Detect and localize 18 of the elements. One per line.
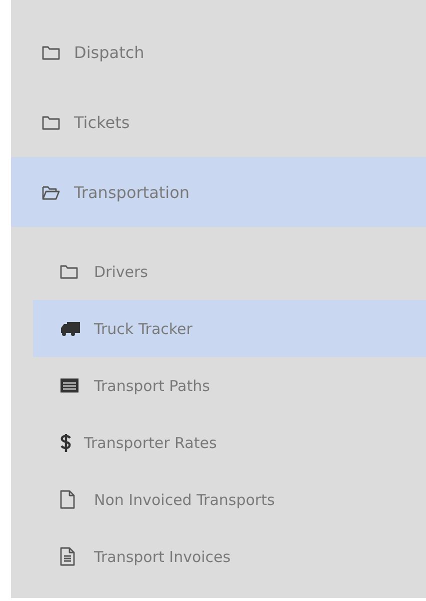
nav-item[interactable]: Dispatch <box>11 17 426 87</box>
file-icon <box>60 490 75 509</box>
list-icon <box>60 378 79 393</box>
document-icon <box>60 547 75 566</box>
folder-icon <box>42 114 60 130</box>
nav-subitem[interactable]: Transport Invoices <box>33 528 426 585</box>
folder-icon <box>42 44 60 60</box>
nav-subitem[interactable]: Transport Paths <box>33 357 426 414</box>
nav-item[interactable]: Tickets <box>11 87 426 157</box>
nav-subitem[interactable]: Transporter Rates <box>33 414 426 471</box>
open-folder-icon <box>42 184 60 200</box>
nav-subitem[interactable]: Truck Tracker <box>33 300 426 357</box>
nav-subitem[interactable]: Non Invoiced Transports <box>33 471 426 528</box>
dollar-icon <box>60 432 72 452</box>
nav-subitem[interactable]: Drivers <box>33 243 426 300</box>
truck-icon <box>60 322 80 336</box>
nav-item[interactable]: Transportation <box>11 157 426 227</box>
folder-icon <box>60 264 78 279</box>
